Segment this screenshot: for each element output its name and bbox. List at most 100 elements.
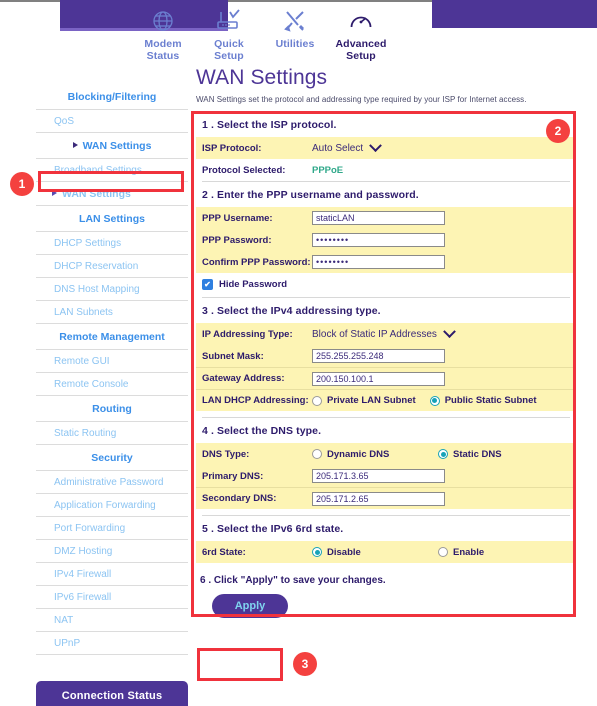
isp-protocol-row: ISP Protocol: Auto Select <box>196 137 576 159</box>
sidebar-item-lan-subnets[interactable]: LAN Subnets <box>36 301 188 324</box>
radio-label-public-static-subnet: Public Static Subnet <box>444 395 537 406</box>
radio-label-enable: Enable <box>453 546 485 558</box>
annotation-box-apply <box>197 648 283 681</box>
sidebar-item-port-forwarding[interactable]: Port Forwarding <box>36 517 188 540</box>
radio-dynamic-dns[interactable]: Dynamic DNS <box>312 449 438 460</box>
nav-label-utilities: Utilities <box>275 38 315 50</box>
dns-type-radio-group: Dynamic DNS Static DNS <box>312 449 552 460</box>
sidebar-item-dns-host-mapping[interactable]: DNS Host Mapping <box>36 278 188 301</box>
primary-dns-input[interactable]: 205.171.3.65 <box>312 469 445 483</box>
nav-item-utilities[interactable]: Utilities <box>262 2 328 62</box>
sidebar-item-wan-settings-group[interactable]: WAN Settings <box>36 133 188 159</box>
nav-item-advanced-setup[interactable]: Advanced Setup <box>328 2 394 62</box>
sidebar-item-remote-gui[interactable]: Remote GUI <box>36 350 188 373</box>
sidebar-item-dhcp-settings[interactable]: DHCP Settings <box>36 232 188 255</box>
connection-status-button[interactable]: Connection Status <box>36 681 188 706</box>
gauge-icon <box>348 8 374 34</box>
sidebar-item-administrative-password[interactable]: Administrative Password <box>36 471 188 494</box>
section-1-body: ISP Protocol: Auto Select <box>196 137 576 159</box>
sidebar-item-blocking-filtering[interactable]: Blocking/Filtering <box>36 84 188 110</box>
6rd-state-label: 6rd State: <box>202 546 246 558</box>
nav-item-modem-status[interactable]: Modem Status <box>130 2 196 62</box>
confirm-ppp-password-input[interactable]: •••••••• <box>312 255 445 269</box>
sidebar-item-ipv6-firewall[interactable]: IPv6 Firewall <box>36 586 188 609</box>
ip-addressing-type-value: Block of Static IP Addresses <box>312 328 437 340</box>
ppp-password-input[interactable]: •••••••• <box>312 233 445 247</box>
6rd-state-row: 6rd State: Disable Enable <box>196 541 576 563</box>
lan-dhcp-radio-group: Private LAN Subnet Public Static Subnet <box>312 395 537 406</box>
section-6-note: 6 . Click "Apply" to save your changes. <box>200 575 386 586</box>
sidebar: Blocking/Filtering QoS WAN Settings Broa… <box>36 84 188 706</box>
sidebar-item-routing[interactable]: Routing <box>36 396 188 422</box>
radio-icon-selected <box>429 395 440 406</box>
globe-icon <box>151 8 175 34</box>
sidebar-item-qos[interactable]: QoS <box>36 110 188 133</box>
caret-right-icon <box>72 142 78 148</box>
subnet-mask-row: Subnet Mask: 255.255.255.248 <box>196 345 576 367</box>
sidebar-label-wan-settings-group: WAN Settings <box>82 140 152 152</box>
nav-label-quick-setup: Quick Setup <box>214 38 244 62</box>
section-2-body: PPP Username: staticLAN PPP Password: ••… <box>196 207 576 273</box>
section-3-title: 3 . Select the IPv4 addressing type. <box>202 305 381 317</box>
sidebar-label-wan-settings: WAN Settings <box>62 188 131 200</box>
section-5-title: 5 . Select the IPv6 6rd state. <box>202 523 344 535</box>
isp-protocol-label: ISP Protocol: <box>202 142 262 154</box>
radio-icon <box>438 547 448 557</box>
wan-settings-form: 1 . Select the ISP protocol. ISP Protoco… <box>196 112 576 618</box>
chevron-down-icon <box>369 138 383 152</box>
lan-dhcp-addressing-row: LAN DHCP Addressing: Private LAN Subnet … <box>196 389 576 411</box>
radio-private-lan-subnet[interactable]: Private LAN Subnet <box>312 395 416 406</box>
6rd-state-radio-group: Disable Enable <box>312 547 552 558</box>
annotation-badge-3: 3 <box>293 652 317 676</box>
sidebar-item-dhcp-reservation[interactable]: DHCP Reservation <box>36 255 188 278</box>
radio-disable[interactable]: Disable <box>312 547 438 558</box>
ip-addressing-type-select[interactable]: Block of Static IP Addresses <box>312 324 456 340</box>
radio-icon-selected <box>438 449 448 459</box>
chevron-down-icon <box>443 324 456 338</box>
annotation-badge-1: 1 <box>10 172 34 196</box>
protocol-selected-value: PPPoE <box>312 164 344 176</box>
sidebar-item-wan-settings[interactable]: WAN Settings <box>36 182 188 206</box>
subnet-mask-input[interactable]: 255.255.255.248 <box>312 349 445 363</box>
nav-item-quick-setup[interactable]: Quick Setup <box>196 2 262 62</box>
sidebar-item-application-forwarding[interactable]: Application Forwarding <box>36 494 188 517</box>
secondary-dns-row: Secondary DNS: 205.171.2.65 <box>196 487 576 509</box>
ppp-username-row: PPP Username: staticLAN <box>196 207 576 229</box>
dns-type-row: DNS Type: Dynamic DNS Static DNS <box>196 443 576 465</box>
dns-type-label: DNS Type: <box>202 448 250 460</box>
isp-protocol-select[interactable]: Auto Select <box>312 138 383 154</box>
page-subtitle: WAN Settings set the protocol and addres… <box>196 95 527 104</box>
radio-icon-selected <box>312 547 322 557</box>
sidebar-item-static-routing[interactable]: Static Routing <box>36 422 188 445</box>
sidebar-item-ipv4-firewall[interactable]: IPv4 Firewall <box>36 563 188 586</box>
top-navigation: Modem Status Quick Setup Utilities Advan… <box>130 2 394 62</box>
gateway-address-input[interactable]: 200.150.100.1 <box>312 371 445 386</box>
ppp-username-input[interactable]: staticLAN <box>312 211 445 225</box>
hide-password-label: Hide Password <box>219 279 288 290</box>
sidebar-item-upnp[interactable]: UPnP <box>36 632 188 655</box>
sidebar-item-remote-management[interactable]: Remote Management <box>36 324 188 350</box>
hide-password-row[interactable]: ✔ Hide Password <box>196 273 576 297</box>
router-check-icon <box>216 8 242 34</box>
protocol-selected-row: Protocol Selected: PPPoE <box>196 159 576 181</box>
gateway-address-label: Gateway Address: <box>202 373 285 384</box>
sidebar-item-dmz-hosting[interactable]: DMZ Hosting <box>36 540 188 563</box>
sidebar-item-remote-console[interactable]: Remote Console <box>36 373 188 396</box>
ppp-password-row: PPP Password: •••••••• <box>196 229 576 251</box>
ip-addressing-type-row: IP Addressing Type: Block of Static IP A… <box>196 323 576 345</box>
sidebar-item-security[interactable]: Security <box>36 445 188 471</box>
radio-label-disable: Disable <box>327 546 361 558</box>
sidebar-item-nat[interactable]: NAT <box>36 609 188 632</box>
radio-static-dns[interactable]: Static DNS <box>438 449 502 460</box>
secondary-dns-label: Secondary DNS: <box>202 493 277 504</box>
sidebar-item-broadband-settings[interactable]: Broadband Settings <box>36 159 188 182</box>
radio-label-static-dns: Static DNS <box>453 448 502 460</box>
section-5-body: 6rd State: Disable Enable <box>196 541 576 563</box>
secondary-dns-input[interactable]: 205.171.2.65 <box>312 491 445 506</box>
radio-public-static-subnet[interactable]: Public Static Subnet <box>429 395 537 406</box>
sidebar-item-lan-settings[interactable]: LAN Settings <box>36 206 188 232</box>
radio-enable[interactable]: Enable <box>438 547 484 558</box>
apply-button[interactable]: Apply <box>212 594 288 618</box>
section-4-body: DNS Type: Dynamic DNS Static DNS Primary <box>196 443 576 509</box>
hide-password-checkbox[interactable]: ✔ <box>202 279 213 290</box>
